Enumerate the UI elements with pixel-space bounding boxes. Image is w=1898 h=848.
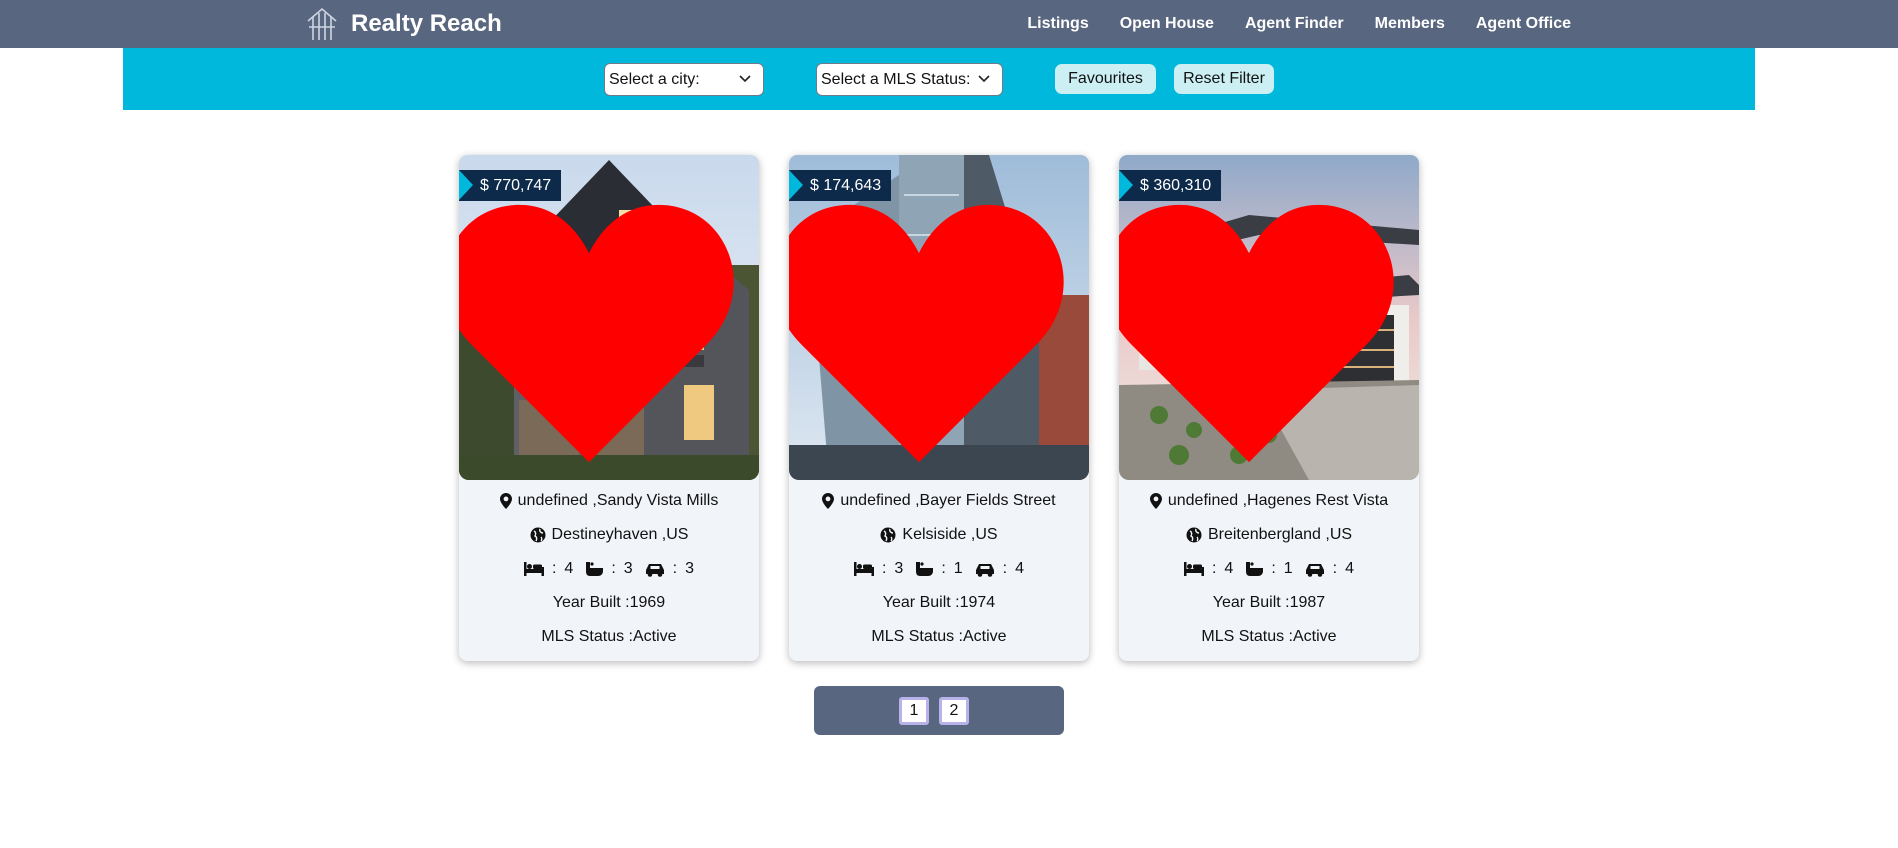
chevron-down-icon [978,75,990,83]
globe-icon [880,527,896,543]
mls-status: MLS Status :Active [541,628,677,645]
year-built: Year Built :1969 [552,594,666,611]
listing-card[interactable]: $ 770,747 undefined ,Sandy Vista Mills D… [459,155,759,661]
heart-icon[interactable] [459,171,739,480]
nav-links: Listings Open House Agent Finder Members… [996,0,1571,48]
address-text: undefined ,Sandy Vista Mills [517,492,719,509]
nav-members[interactable]: Members [1375,15,1445,33]
listing-card[interactable]: $ 174,643 undefined ,Bayer Fields Street… [789,155,1089,661]
address-row: undefined ,Hagenes Rest Vista [1119,490,1419,512]
heart-icon[interactable] [1119,171,1399,480]
location-text: Breitenbergland ,US [1207,526,1353,543]
car-icon [645,563,664,577]
car-icon [975,563,994,577]
garage-count: 4 [1015,560,1025,577]
reset-filter-button[interactable]: Reset Filter [1174,64,1274,94]
city-select-value: Select a city: [609,70,700,88]
address-row: undefined ,Bayer Fields Street [789,490,1089,512]
location-row: Kelsiside ,US [789,524,1089,546]
bath-icon [1246,562,1264,576]
globe-icon [530,527,546,543]
location-row: Destineyhaven ,US [459,524,759,546]
mls-status-select[interactable]: Select a MLS Status: [816,63,1003,96]
beds-count: 4 [1224,560,1234,577]
address-text: undefined ,Bayer Fields Street [840,492,1056,509]
location-text: Destineyhaven ,US [551,526,689,543]
beds-count: 4 [564,560,574,577]
bed-icon [1183,562,1204,576]
amenities-row: :4 :1 :4 [1119,558,1419,580]
top-navbar: Realty Reach Listings Open House Agent F… [0,0,1898,48]
address-text: undefined ,Hagenes Rest Vista [1167,492,1389,509]
page-1-button[interactable]: 1 [899,697,929,725]
city-select[interactable]: Select a city: [604,63,764,96]
amenities-row: :4 :3 :3 [459,558,759,580]
location-row: Breitenbergland ,US [1119,524,1419,546]
baths-count: 1 [1283,560,1293,577]
baths-count: 3 [623,560,633,577]
garage-count: 4 [1345,560,1355,577]
year-built: Year Built :1974 [882,594,996,611]
address-row: undefined ,Sandy Vista Mills [459,490,759,512]
beds-count: 3 [894,560,904,577]
nav-agent-finder[interactable]: Agent Finder [1245,15,1344,33]
globe-icon [1186,527,1202,543]
mls-status-select-value: Select a MLS Status: [821,70,971,88]
nav-agent-office[interactable]: Agent Office [1476,15,1571,33]
listing-photo[interactable]: $ 770,747 [459,155,759,480]
bath-icon [586,562,604,576]
nav-open-house[interactable]: Open House [1120,15,1214,33]
map-pin-icon [499,493,512,509]
bath-icon [916,562,934,576]
page-2-button[interactable]: 2 [939,697,969,725]
listing-card[interactable]: $ 360,310 undefined ,Hagenes Rest Vista … [1119,155,1419,661]
listing-photo[interactable]: $ 174,643 [789,155,1089,480]
amenities-row: :3 :1 :4 [789,558,1089,580]
heart-icon[interactable] [789,171,1069,480]
chevron-down-icon [739,75,751,83]
map-pin-icon [1149,493,1162,509]
listing-photo[interactable]: $ 360,310 [1119,155,1419,480]
mls-status: MLS Status :Active [871,628,1007,645]
mls-status: MLS Status :Active [1201,628,1337,645]
pagination: 1 2 [814,686,1064,735]
baths-count: 1 [953,560,963,577]
map-pin-icon [822,493,835,509]
bed-icon [523,562,544,576]
filter-bar: Select a city: Select a MLS Status: Favo… [123,48,1755,110]
favourites-button[interactable]: Favourites [1055,64,1156,94]
brand-name: Realty Reach [351,10,502,37]
year-built: Year Built :1987 [1212,594,1326,611]
car-icon [1305,563,1324,577]
garage-count: 3 [685,560,695,577]
building-logo-icon [307,7,337,40]
bed-icon [853,562,874,576]
nav-listings[interactable]: Listings [1027,15,1088,33]
location-text: Kelsiside ,US [902,526,998,543]
brand[interactable]: Realty Reach [306,6,502,42]
